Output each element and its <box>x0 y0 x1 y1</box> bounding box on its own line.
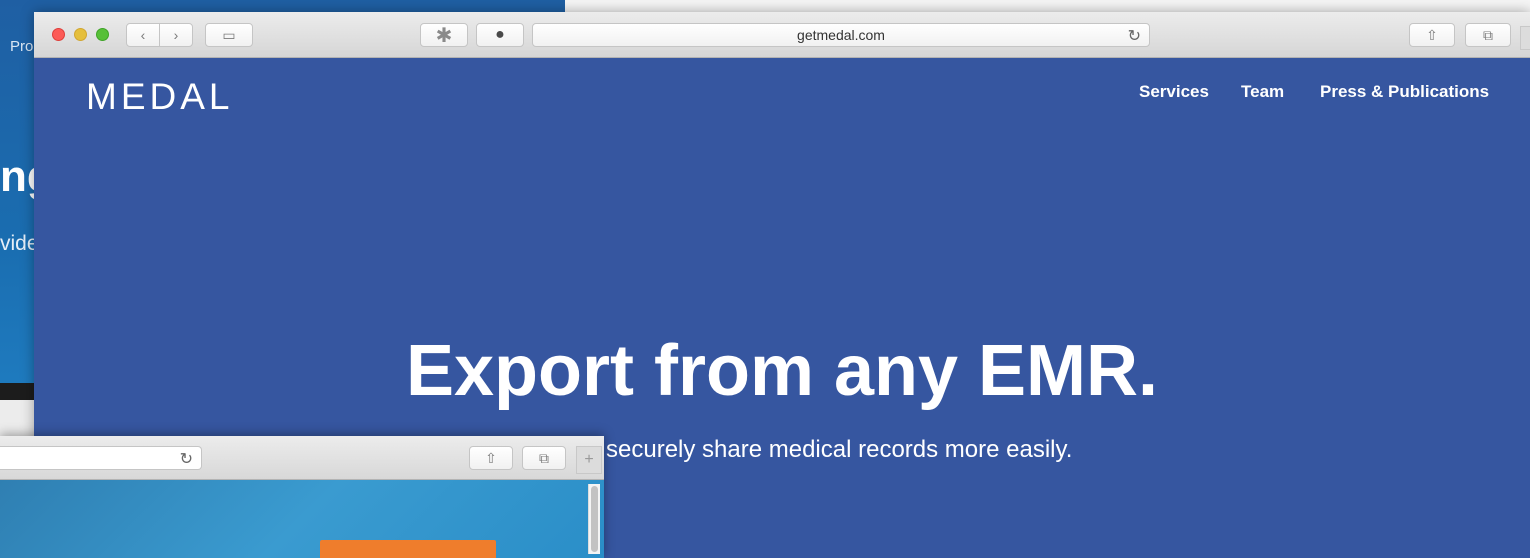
secondary-browser-toolbar: ↻ ⇧ ⧉ + <box>0 436 604 480</box>
medal-logo[interactable]: MEDAL <box>86 76 233 118</box>
puzzle-extension-icon: ✱ <box>435 24 453 47</box>
url-text: getmedal.com <box>797 27 885 43</box>
secondary-new-tab-button[interactable]: + <box>576 446 602 474</box>
hero-subtitle: securely share medical records more easi… <box>606 436 1073 463</box>
secondary-page-content <box>0 480 604 558</box>
back-button[interactable]: ‹ <box>126 23 160 47</box>
new-tab-button[interactable] <box>1520 26 1530 50</box>
secondary-show-tabs-button[interactable]: ⧉ <box>522 446 566 470</box>
ad-blocker-icon: ● <box>495 26 505 43</box>
hero-title: Export from any EMR. <box>405 331 1159 411</box>
tabs-icon: ⧉ <box>1483 26 1493 43</box>
close-window-button[interactable] <box>52 28 65 41</box>
share-icon: ⇧ <box>1426 26 1438 43</box>
address-bar[interactable]: getmedal.com ↻ <box>532 23 1150 47</box>
sidebar-toggle-button[interactable]: ▭ <box>205 23 253 47</box>
plus-icon: + <box>584 451 594 468</box>
minimize-window-button[interactable] <box>74 28 87 41</box>
secondary-cta-button[interactable] <box>320 540 496 558</box>
background-nav-text: Pro <box>10 38 34 55</box>
secondary-scrollbar-thumb[interactable] <box>591 486 598 552</box>
maximize-window-button[interactable] <box>96 28 109 41</box>
reload-icon[interactable]: ↻ <box>1128 26 1141 46</box>
nav-link-press-publications[interactable]: Press & Publications <box>1320 82 1489 102</box>
background-subtitle-text: vide <box>0 232 39 255</box>
sidebar-icon: ▭ <box>222 26 236 43</box>
chevron-right-icon: › <box>173 27 179 43</box>
nav-link-team[interactable]: Team <box>1241 82 1284 102</box>
secondary-address-bar[interactable]: ↻ <box>0 446 202 470</box>
browser-toolbar: ‹ › ▭ ✱ ● getmedal.com ↻ ⇧ ⧉ <box>34 12 1530 58</box>
forward-button[interactable]: › <box>159 23 193 47</box>
secondary-share-button[interactable]: ⇧ <box>469 446 513 470</box>
tabs-icon: ⧉ <box>539 449 549 466</box>
extension-button-1[interactable]: ✱ <box>420 23 468 47</box>
reload-icon[interactable]: ↻ <box>180 449 193 469</box>
chevron-left-icon: ‹ <box>140 27 146 43</box>
share-button[interactable]: ⇧ <box>1409 23 1455 47</box>
nav-link-services[interactable]: Services <box>1139 82 1209 102</box>
show-tabs-button[interactable]: ⧉ <box>1465 23 1511 47</box>
secondary-browser-window: ↻ ⇧ ⧉ + <box>0 436 604 558</box>
background-window-top-edge <box>565 0 1530 12</box>
extension-button-2[interactable]: ● <box>476 23 524 47</box>
share-icon: ⇧ <box>485 449 497 466</box>
